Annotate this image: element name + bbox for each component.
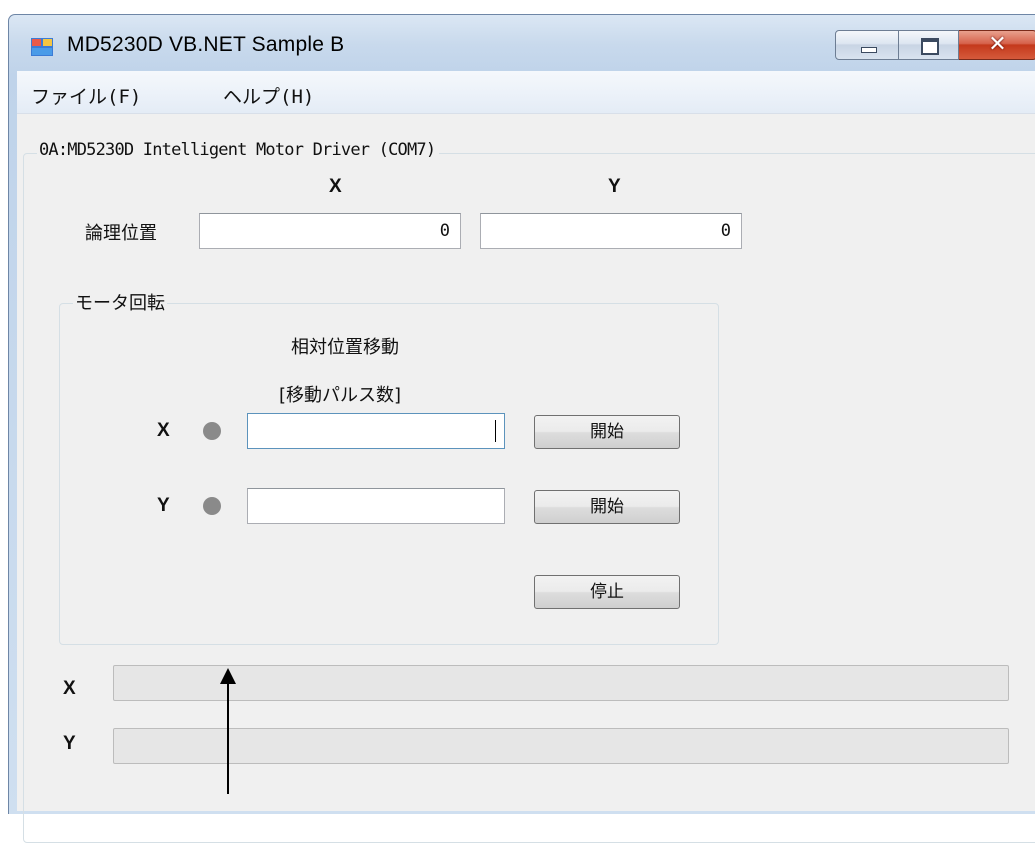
device-group-label: 0A:MD5230D Intelligent Motor Driver (COM…	[37, 140, 440, 160]
x-column-header: X	[329, 176, 342, 197]
x-progress-bar	[113, 665, 1009, 701]
motor-x-label: X	[157, 420, 170, 441]
progress-x-label: X	[63, 678, 76, 699]
logical-position-label: 論理位置	[85, 223, 157, 244]
close-icon: ✕	[988, 32, 1007, 57]
app-icon	[31, 38, 53, 56]
y-column-header: Y	[608, 176, 621, 197]
relative-move-label: 相対位置移動	[291, 337, 399, 358]
motor-y-label: Y	[157, 495, 170, 516]
progress-y-label: Y	[63, 733, 76, 754]
annotation-arrow-line	[227, 680, 229, 794]
maximize-icon	[921, 38, 939, 55]
maximize-button[interactable]	[899, 30, 959, 60]
motor-group-label: モータ回転	[73, 289, 167, 315]
logical-position-x-field[interactable]: 0	[199, 213, 461, 249]
menu-file[interactable]: ファイル(F)	[31, 82, 141, 109]
start-x-button[interactable]: 開始	[534, 415, 680, 449]
x-status-led	[203, 422, 221, 440]
client-area: ファイル(F) ヘルプ(H) 0A:MD5230D Intelligent Mo…	[17, 71, 1035, 843]
title-bar[interactable]: MD5230D VB.NET Sample B ✕	[9, 15, 1035, 71]
minimize-icon	[861, 47, 877, 53]
logical-position-y-field[interactable]: 0	[480, 213, 742, 249]
annotation-arrow-head-icon	[220, 668, 236, 684]
pulse-count-label: [移動パルス数]	[279, 385, 402, 406]
y-status-led	[203, 497, 221, 515]
stop-button[interactable]: 停止	[534, 575, 680, 609]
x-pulse-input[interactable]	[247, 413, 505, 449]
close-button[interactable]: ✕	[959, 30, 1035, 60]
minimize-button[interactable]	[835, 30, 899, 60]
y-pulse-input[interactable]	[247, 488, 505, 524]
menu-help[interactable]: ヘルプ(H)	[223, 82, 314, 109]
window-title: MD5230D VB.NET Sample B	[67, 33, 345, 56]
text-caret	[495, 420, 496, 442]
y-progress-bar	[113, 728, 1009, 764]
main-window: MD5230D VB.NET Sample B ✕ ファイル(F) ヘルプ(H)…	[8, 14, 1035, 843]
menu-bar: ファイル(F) ヘルプ(H)	[17, 71, 1035, 114]
start-y-button[interactable]: 開始	[534, 490, 680, 524]
